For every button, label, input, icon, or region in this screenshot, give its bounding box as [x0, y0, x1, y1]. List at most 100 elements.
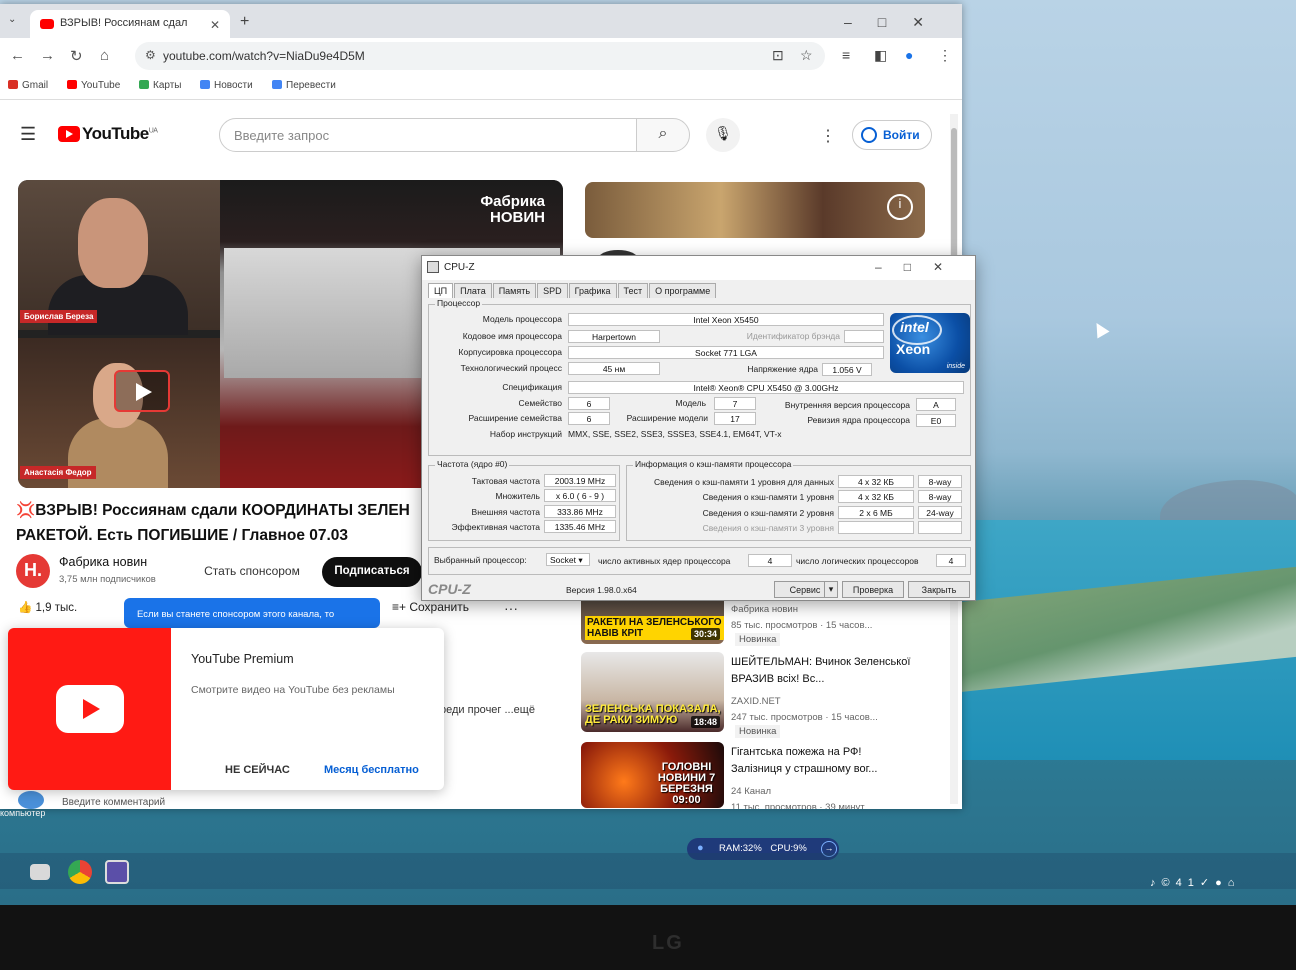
tab-spd[interactable]: SPD	[537, 283, 568, 298]
profile-icon[interactable]: ●	[905, 47, 913, 63]
media-controls-icon[interactable]: ≡	[842, 47, 850, 63]
recommendation-channel: ZAXID.NET	[731, 696, 781, 707]
bookmark-translate[interactable]: Перевести	[272, 80, 336, 91]
channel-name[interactable]: Фабрика новин	[59, 555, 147, 569]
microphone-icon[interactable]: 🎙	[706, 118, 740, 152]
cpuz-app-icon	[427, 261, 439, 273]
channel-avatar[interactable]: Н.	[16, 554, 50, 588]
ext-family-label: Расширение семейства	[468, 413, 562, 423]
recommendation-meta: 11 тыс. просмотров · 39 минут...	[731, 802, 872, 809]
cpuz-taskbar-icon[interactable]	[105, 860, 129, 884]
mouse-cursor-icon	[1090, 319, 1110, 339]
l2-way: 24-way	[918, 506, 962, 519]
voltage-label: Напряжение ядра	[747, 364, 818, 374]
tab-memory[interactable]: Память	[492, 283, 537, 298]
search-icon[interactable]: ⌕	[636, 118, 690, 152]
sidepanel-icon[interactable]: ◧	[874, 47, 887, 64]
bookmark-star-icon[interactable]: ☆	[800, 47, 813, 64]
user-avatar	[18, 791, 44, 809]
bookmark-maps[interactable]: Карты	[139, 80, 182, 91]
comment-input-row[interactable]: Введите комментарий	[18, 791, 165, 809]
tab-bench[interactable]: Тест	[617, 283, 649, 298]
news-icon	[200, 80, 210, 89]
tools-dropdown-icon[interactable]: ▾	[824, 581, 838, 598]
new-tab-icon[interactable]: +	[240, 13, 249, 31]
tab-mainboard[interactable]: Плата	[454, 283, 492, 298]
signin-button[interactable]: Войти	[852, 120, 932, 150]
processor-select[interactable]: Socket ▾	[546, 553, 590, 566]
tab-graphics[interactable]: Графика	[568, 283, 617, 298]
new-badge: Новинка	[735, 633, 781, 646]
thumbs-up-icon: 👍	[18, 602, 36, 614]
channel-watermark: Фабрика НОВИН	[480, 193, 545, 226]
not-now-button[interactable]: НЕ СЕЙЧАС	[225, 764, 290, 776]
host1-name-tag: Борислав Береза	[20, 310, 98, 323]
forward-arrow-icon[interactable]: →	[40, 47, 55, 64]
tab-cpu[interactable]: ЦП	[428, 283, 454, 298]
channel-subscribers: 3,75 млн подписчиков	[59, 574, 156, 585]
tab-search-chevron-icon[interactable]: ⌄	[8, 14, 16, 25]
instructions-value: MMX, SSE, SSE2, SSE3, SSSE3, SSE4.1, EM6…	[568, 429, 782, 439]
ext-model-value: 17	[714, 412, 756, 425]
hamburger-menu-icon[interactable]: ☰	[20, 124, 36, 145]
intel-xeon-logo: intel Xeon inside	[890, 313, 970, 373]
recommendation-item[interactable]: ГОЛОВНІ НОВИНИ 7 БЕРЕЗНЯ 09:00 Гігантськ…	[581, 742, 961, 809]
reload-icon[interactable]: ↻	[70, 47, 83, 65]
cpuz-titlebar[interactable]: CPU-Z –□✕	[422, 256, 975, 280]
cpuz-window-controls[interactable]: –□✕	[875, 260, 965, 274]
model-label: Модель процессора	[482, 314, 562, 324]
like-button[interactable]: 👍 1,9 тыс.	[18, 600, 77, 614]
info-icon[interactable]: i	[887, 194, 913, 220]
tab-close-icon[interactable]: ✕	[210, 18, 220, 32]
threads-value: 4	[936, 554, 966, 567]
recommendation-thumbnail[interactable]: ЗЕЛЕНСЬКА ПОКАЗАЛА, ДЕ РАКИ ЗИМУЮ 18:48	[581, 652, 724, 732]
more-actions-icon[interactable]: ···	[504, 600, 518, 616]
l1d-label: Сведения о кэш-памяти 1 уровня для данны…	[653, 477, 834, 487]
core-speed-label: Тактовая частота	[471, 476, 540, 486]
cpuz-footer: CPU-Z Версия 1.98.0.x64 Сервис ▾ Проверк…	[422, 580, 975, 600]
address-bar[interactable]: ⚙ youtube.com/watch?v=NiaDu9e4D5M	[135, 42, 825, 70]
gmail-icon	[8, 80, 18, 89]
chrome-menu-icon[interactable]: ⋮	[938, 47, 952, 64]
multiplier-value: x 6.0 ( 6 - 9 )	[544, 489, 616, 502]
l1i-way: 8-way	[918, 490, 962, 503]
l1i-label: Сведения о кэш-памяти 1 уровня	[702, 492, 834, 502]
sponsor-button[interactable]: Стать спонсором	[190, 556, 314, 586]
voltage-value: 1.056 V	[822, 363, 872, 376]
home-icon[interactable]: ⌂	[100, 47, 109, 64]
recommendation-thumbnail[interactable]: ГОЛОВНІ НОВИНИ 7 БЕРЕЗНЯ 09:00	[581, 742, 724, 808]
premium-promo-dialog: YouTube Premium Смотрите видео на YouTub…	[8, 628, 444, 790]
browser-toolbar: ← → ↻ ⌂ ⚙ youtube.com/watch?v=NiaDu9e4D5…	[0, 38, 962, 74]
save-button[interactable]: ≡+ Сохранить	[392, 600, 469, 614]
back-arrow-icon[interactable]: ←	[10, 47, 25, 64]
settings-kebab-icon[interactable]: ⋮	[820, 126, 836, 146]
subscribe-button[interactable]: Подписаться	[322, 557, 422, 587]
install-app-icon[interactable]: ⊡	[772, 47, 784, 64]
bookmark-youtube[interactable]: YouTube	[67, 80, 120, 91]
validate-button[interactable]: Проверка	[842, 581, 904, 598]
file-explorer-icon[interactable]	[30, 864, 50, 880]
tab-youtube[interactable]: ВЗРЫВ! Россиянам сдал	[30, 10, 230, 38]
address-bar-url: youtube.com/watch?v=NiaDu9e4D5M	[163, 49, 365, 63]
site-info-icon[interactable]: ⚙	[145, 48, 156, 62]
recommendation-item[interactable]: ЗЕЛЕНСЬКА ПОКАЗАЛА, ДЕ РАКИ ЗИМУЮ 18:48 …	[581, 652, 961, 738]
recommendation-title: ШЕЙТЕЛЬМАН: Вчинок Зеленської ВРАЗИВ всі…	[731, 656, 911, 685]
youtube-logo-icon	[56, 685, 124, 733]
bookmark-news[interactable]: Новости	[200, 80, 253, 91]
tab-about[interactable]: О программе	[649, 283, 717, 298]
youtube-favicon-icon	[40, 19, 54, 29]
recommendation-channel: 24 Канал	[731, 786, 772, 797]
free-trial-button[interactable]: Месяц бесплатно	[324, 764, 419, 776]
play-icon[interactable]	[114, 370, 170, 412]
sidebar-ad-banner[interactable]: i	[585, 182, 925, 238]
premium-promo-image	[8, 628, 171, 790]
close-button[interactable]: Закрыть	[908, 581, 970, 598]
bookmark-gmail[interactable]: Gmail	[8, 80, 48, 91]
recommendation-meta: 247 тыс. просмотров · 15 часов...	[731, 712, 878, 723]
window-controls[interactable]: –□✕	[844, 14, 950, 31]
chrome-taskbar-icon[interactable]	[68, 860, 92, 884]
search-input[interactable]: Введите запрос	[219, 118, 637, 152]
description-more[interactable]: реди прочег ...ещё	[440, 704, 535, 716]
youtube-logo[interactable]: YouTubeUA	[58, 124, 158, 144]
system-tray[interactable]: ♪©41✓●⌂	[1150, 876, 1240, 889]
